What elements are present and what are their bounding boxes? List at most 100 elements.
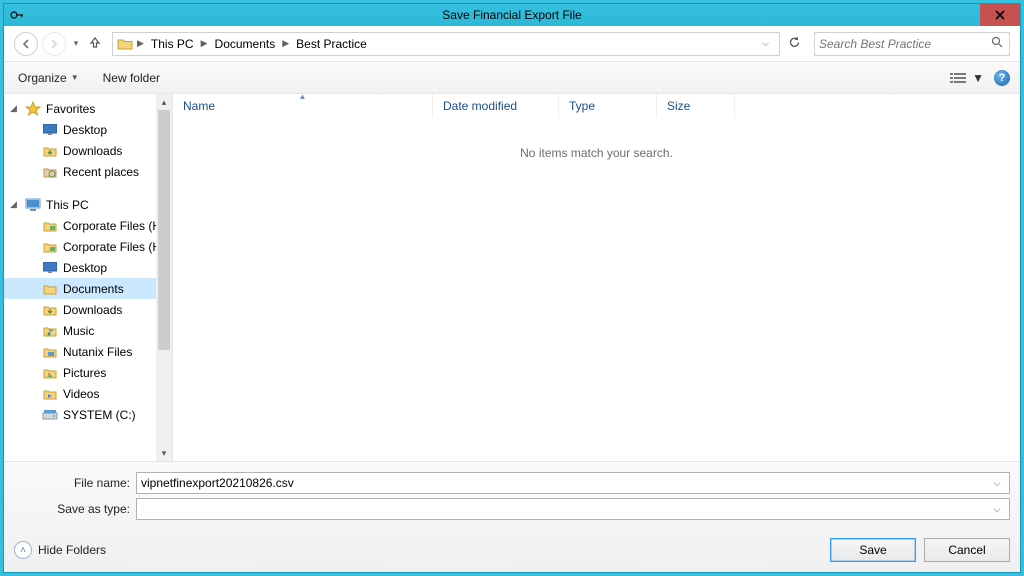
videos-icon — [42, 386, 58, 402]
nav-bar: ▾ ▶ This PC ▶ Documents ▶ Best Practice … — [4, 26, 1020, 62]
tree-label: This PC — [46, 198, 89, 212]
column-date-modified[interactable]: Date modified — [433, 94, 559, 118]
download-icon — [42, 302, 58, 318]
scroll-down-button[interactable]: ▾ — [156, 445, 172, 461]
recent-locations-dropdown[interactable]: ▾ — [70, 38, 82, 49]
column-headers: ▲Name Date modified Type Size — [173, 94, 1020, 118]
back-button[interactable] — [14, 32, 38, 56]
music-icon — [42, 323, 58, 339]
tree-favorites[interactable]: ◢ Favorites — [4, 98, 156, 119]
saveastype-label: Save as type: — [14, 502, 136, 516]
scroll-thumb[interactable] — [158, 110, 170, 350]
tree-item-corporate-files-h[interactable]: Corporate Files (H — [4, 215, 156, 236]
forward-button[interactable] — [42, 32, 66, 56]
chevron-up-icon: ˄ — [14, 541, 32, 559]
scroll-up-button[interactable]: ▴ — [156, 94, 172, 110]
column-label: Name — [183, 99, 215, 113]
view-options-button[interactable]: ▼ — [946, 69, 988, 87]
save-dialog: Save Financial Export File ▾ ▶ This PC ▶… — [3, 3, 1021, 573]
crumb-documents[interactable]: Documents — [212, 35, 279, 53]
chevron-right-icon[interactable]: ▶ — [280, 38, 291, 49]
tree-item-downloads[interactable]: Downloads — [4, 140, 156, 161]
navigation-pane: ◢ Favorites Desktop Downloads Recent pla… — [4, 94, 156, 461]
tree-item-videos[interactable]: Videos — [4, 383, 156, 404]
tree-label: Documents — [63, 282, 124, 296]
tree-item-documents[interactable]: Documents — [4, 278, 156, 299]
hide-folders-label: Hide Folders — [38, 543, 106, 557]
file-list-pane: ▲Name Date modified Type Size No items m… — [172, 94, 1020, 461]
crumb-this-pc[interactable]: This PC — [148, 35, 197, 53]
organize-button[interactable]: Organize▼ — [14, 69, 83, 87]
save-button[interactable]: Save — [830, 538, 916, 562]
tree-label: Favorites — [46, 102, 95, 116]
computer-icon — [25, 197, 41, 213]
new-folder-button[interactable]: New folder — [99, 69, 164, 87]
tree-label: Videos — [63, 387, 99, 401]
saveastype-input[interactable] — [141, 502, 989, 516]
column-label: Size — [667, 99, 690, 113]
button-label: Cancel — [948, 543, 985, 557]
hide-folders-button[interactable]: ˄ Hide Folders — [14, 541, 106, 559]
tree-label: Recent places — [63, 165, 139, 179]
pictures-icon — [42, 365, 58, 381]
tree-label: Nutanix Files — [63, 345, 132, 359]
column-label: Date modified — [443, 99, 517, 113]
up-button[interactable] — [88, 35, 102, 52]
column-name[interactable]: ▲Name — [173, 94, 433, 118]
filename-combo[interactable]: ⌵ — [136, 472, 1010, 494]
filename-label: File name: — [14, 476, 136, 490]
tree-item-corporate-files-h[interactable]: Corporate Files (H — [4, 236, 156, 257]
chevron-right-icon[interactable]: ▶ — [135, 38, 146, 49]
empty-message: No items match your search. — [520, 146, 673, 160]
tree-label: Desktop — [63, 261, 107, 275]
chevron-down-icon[interactable]: ⌵ — [989, 504, 1005, 515]
scroll-track[interactable] — [156, 350, 172, 445]
file-list[interactable]: No items match your search. — [173, 118, 1020, 461]
tree-label: Desktop — [63, 123, 107, 137]
tree-label: Pictures — [63, 366, 106, 380]
tree-item-pictures[interactable]: Pictures — [4, 362, 156, 383]
chevron-right-icon[interactable]: ▶ — [199, 38, 210, 49]
tree-item-system-c[interactable]: SYSTEM (C:) — [4, 404, 156, 425]
title-bar[interactable]: Save Financial Export File — [4, 4, 1020, 26]
desktop-icon — [42, 260, 58, 276]
nav-scrollbar[interactable]: ▴ ▾ — [156, 94, 172, 461]
folder-icon — [42, 344, 58, 360]
help-button[interactable]: ? — [994, 70, 1010, 86]
folder-icon — [117, 36, 133, 52]
collapse-icon[interactable]: ◢ — [10, 103, 20, 114]
command-bar: Organize▼ New folder ▼ ? — [4, 62, 1020, 94]
tree-item-nutanix-files[interactable]: Nutanix Files — [4, 341, 156, 362]
search-icon[interactable] — [989, 36, 1005, 51]
tree-item-recent[interactable]: Recent places — [4, 161, 156, 182]
crumb-best-practice[interactable]: Best Practice — [293, 35, 370, 53]
tree-item-music[interactable]: Music — [4, 320, 156, 341]
close-button[interactable] — [980, 4, 1020, 26]
cancel-button[interactable]: Cancel — [924, 538, 1010, 562]
search-input[interactable] — [819, 37, 989, 51]
search-box[interactable] — [814, 32, 1010, 56]
saveastype-combo[interactable]: ⌵ — [136, 498, 1010, 520]
filename-input[interactable] — [141, 476, 989, 490]
tree-item-downloads[interactable]: Downloads — [4, 299, 156, 320]
refresh-button[interactable] — [784, 36, 804, 52]
chevron-down-icon[interactable]: ⌵ — [989, 478, 1005, 489]
star-icon — [25, 101, 41, 117]
tree-item-desktop[interactable]: Desktop — [4, 119, 156, 140]
address-bar[interactable]: ▶ This PC ▶ Documents ▶ Best Practice ⌵ — [112, 32, 780, 56]
tree-item-desktop[interactable]: Desktop — [4, 257, 156, 278]
tree-this-pc[interactable]: ◢ This PC — [4, 194, 156, 215]
button-label: Save — [859, 543, 886, 557]
documents-icon — [42, 281, 58, 297]
column-type[interactable]: Type — [559, 94, 657, 118]
tree-label: Music — [63, 324, 94, 338]
new-folder-label: New folder — [103, 71, 160, 85]
collapse-icon[interactable]: ◢ — [10, 199, 20, 210]
network-folder-icon — [42, 218, 58, 234]
drive-icon — [42, 407, 58, 423]
organize-label: Organize — [18, 71, 67, 85]
address-dropdown[interactable]: ⌵ — [756, 38, 775, 49]
tree-label: Downloads — [63, 303, 122, 317]
recent-icon — [42, 164, 58, 180]
column-size[interactable]: Size — [657, 94, 735, 118]
